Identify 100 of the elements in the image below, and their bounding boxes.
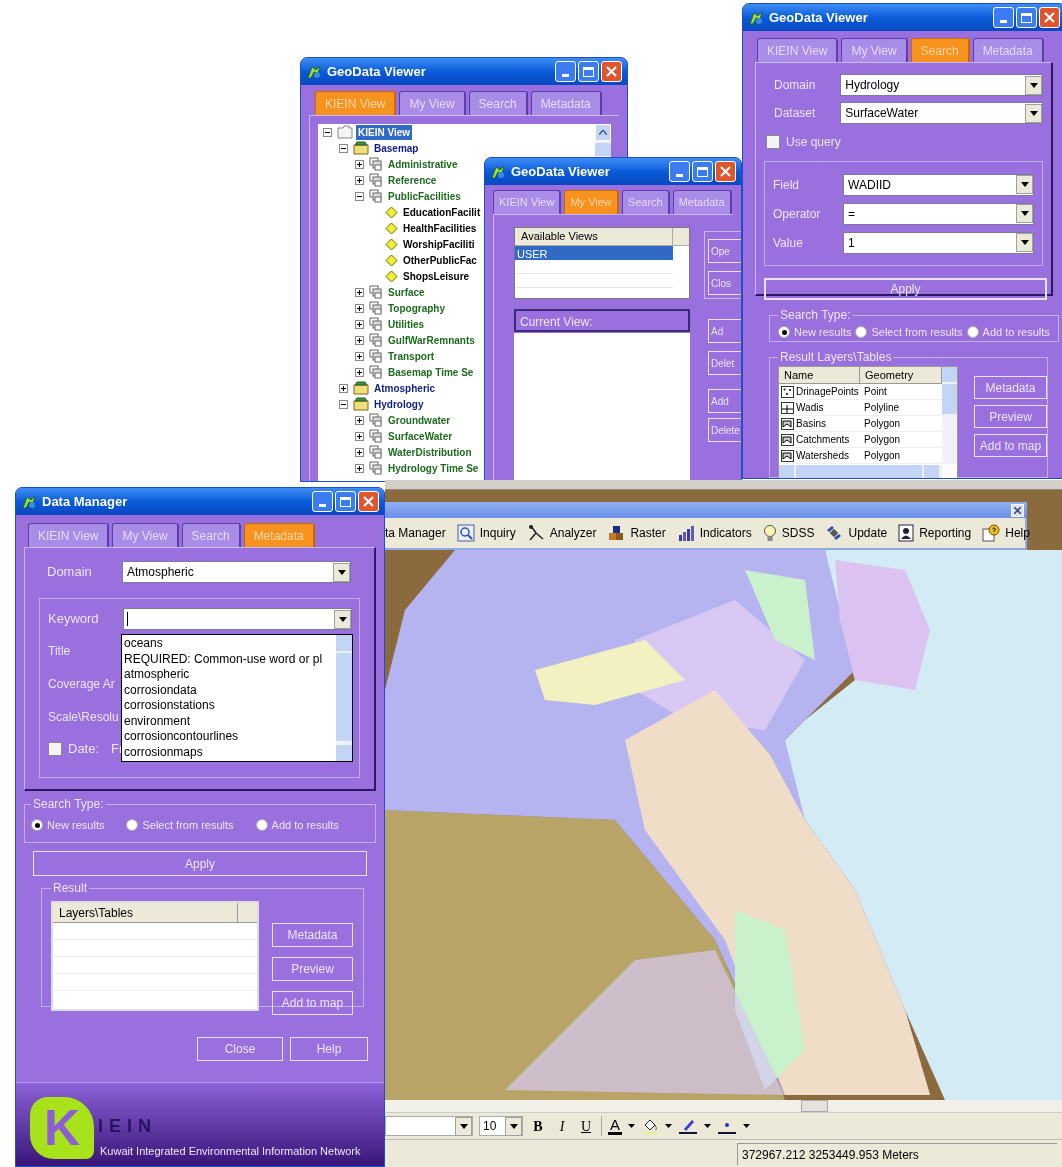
toolbar-button[interactable]: Analyzer [526,524,597,542]
tree-item[interactable]: Topography [386,300,448,316]
layers-icon [369,349,383,363]
radio-button[interactable] [255,819,268,832]
minimize-button[interactable] [993,7,1014,28]
polygon-layer-icon [781,433,794,446]
list-item[interactable]: environment [122,713,336,729]
tree-item[interactable]: Administrative [386,156,460,172]
satellite-icon [825,524,844,542]
tree-item[interactable]: Hydrology [372,396,426,412]
radio-button[interactable] [855,326,868,339]
format-button[interactable]: U [577,1115,595,1137]
expand-toggle[interactable] [355,367,364,377]
tree-item[interactable]: EducationFacilit [401,204,483,220]
toolbar-button[interactable]: ta Manager [385,524,446,542]
list-item[interactable]: oceans [122,636,336,652]
font-color-button[interactable]: A [608,1117,622,1135]
maximize-button[interactable] [1016,7,1037,28]
tree-item[interactable]: OtherPublicFac [401,252,479,268]
tree-item[interactable]: Surface [386,284,427,300]
tree-item[interactable]: ShopsLeisure [401,268,472,284]
list-item[interactable]: corrosionstations [122,698,336,714]
dropdown[interactable]: = [843,202,1034,225]
tree-item[interactable]: GulfWarRemnants [386,332,477,348]
tree-item[interactable]: Basemap [372,140,421,156]
font-size-dropdown[interactable]: 10 [479,1116,523,1136]
list-item[interactable]: atmospheric [122,667,336,683]
keyword-field[interactable] [123,608,352,630]
scrollbar[interactable] [942,367,957,464]
checkbox[interactable] [766,135,780,149]
scrollbar[interactable] [779,465,942,478]
tree-item[interactable]: SurfaceWater [386,428,455,444]
format-button[interactable]: B [529,1115,547,1137]
list-item[interactable]: corrosioncontourlines [122,729,336,745]
expand-toggle[interactable] [355,191,364,201]
tree-item[interactable]: Basemap Time Se [386,364,476,380]
maximize-button[interactable] [692,161,713,182]
scrollbar[interactable] [595,124,611,156]
diamond-icon [385,221,398,235]
expand-toggle[interactable] [355,303,364,313]
expand-toggle[interactable] [355,431,364,441]
fill-bucket-icon[interactable] [641,1117,659,1135]
expand-toggle[interactable] [355,287,364,297]
toolbar-button[interactable]: Indicators [676,524,752,542]
expand-toggle[interactable] [355,447,364,457]
expand-toggle[interactable] [355,159,364,169]
radio-button[interactable] [966,326,979,339]
radio-button[interactable] [126,819,139,832]
scrollbar[interactable] [385,1100,1062,1113]
dropdown[interactable]: SurfaceWater [840,102,1043,124]
tree-item[interactable]: Utilities [386,316,427,332]
tree-item[interactable]: HealthFacilities [401,220,479,236]
radio-button[interactable] [778,326,790,339]
expand-toggle[interactable] [339,399,348,409]
list-item[interactable]: corrosiondata [122,682,336,698]
tree-item[interactable]: Transport [386,348,437,364]
pen-icon[interactable] [678,1117,698,1135]
list-item[interactable]: corrosionmaps [122,744,336,760]
format-button[interactable]: I [553,1115,571,1137]
list-item[interactable]: REQUIRED: Common-use word or pl [122,651,336,667]
maximize-button[interactable] [578,61,599,82]
expand-toggle[interactable] [355,351,364,361]
checkbox[interactable] [48,742,62,756]
tree-item[interactable]: Reference [386,172,439,188]
tree-item[interactable]: KIEIN View [356,124,413,140]
toolbar-button[interactable]: Raster [607,524,666,542]
table-cell-text: Catchments [796,433,850,447]
dropdown[interactable]: Atmospheric [122,561,351,583]
tree-item[interactable]: Hydrology Time Se [386,460,481,476]
expand-toggle[interactable] [339,383,348,393]
expand-toggle[interactable] [355,175,364,185]
toolbar-button[interactable]: Inquiry [456,524,516,542]
scroll-thumb[interactable] [595,143,611,156]
dropdown[interactable]: 1 [843,231,1034,254]
dropdown[interactable]: Hydrology [840,74,1043,96]
expand-toggle[interactable] [355,415,364,425]
tree-item[interactable]: PublicFacilities [386,188,463,204]
minimize-button[interactable] [555,61,576,82]
close-button[interactable] [1011,503,1024,517]
tree-item[interactable]: WaterDistribution [386,444,474,460]
toolbar-button[interactable]: SDSS [762,524,815,542]
toolbar-button[interactable]: Update [825,524,888,542]
dropdown[interactable]: WADIID [843,173,1034,196]
expand-toggle[interactable] [323,127,332,137]
expand-toggle[interactable] [355,463,364,473]
tree-item[interactable]: WorshipFaciliti [401,236,477,252]
tree-item[interactable]: Atmospheric [372,380,438,396]
expand-toggle[interactable] [339,143,348,153]
font-dropdown[interactable] [385,1116,473,1136]
table-row[interactable]: USER [515,246,673,260]
toolbar-button[interactable]: Reporting [898,524,972,542]
minimize-button[interactable] [312,491,333,512]
expand-toggle[interactable] [355,319,364,329]
tree-item[interactable]: Groundwater [386,412,453,428]
maximize-button[interactable] [335,491,356,512]
app-icon [748,9,764,26]
expand-toggle[interactable] [355,335,364,345]
radio-button[interactable] [31,819,43,832]
scrollbar[interactable] [336,635,352,761]
minimize-button[interactable] [669,161,690,182]
